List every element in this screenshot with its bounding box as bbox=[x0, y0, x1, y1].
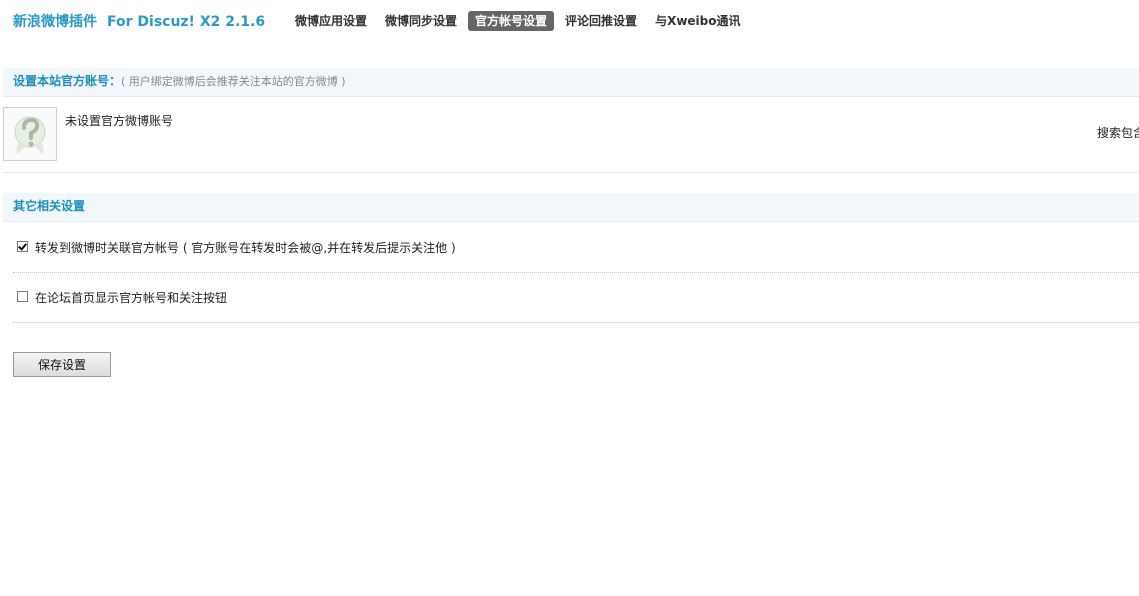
search-account-link[interactable]: 搜索包含 bbox=[1097, 124, 1139, 141]
official-account-heading: 设置本站官方账号： bbox=[13, 74, 122, 88]
tab-official-account-settings[interactable]: 官方帐号设置 bbox=[468, 11, 555, 31]
setting-row-show-on-index: 在论坛首页显示官方帐号和关注按钮 bbox=[13, 272, 1139, 323]
top-bar: 新浪微博插件 For Discuz! X2 2.1.6 微博应用设置 微博同步设置… bbox=[0, 0, 1139, 42]
other-settings-section-header: 其它相关设置 bbox=[3, 193, 1139, 222]
question-mark-avatar-icon bbox=[3, 107, 57, 161]
official-account-section-header: 设置本站官方账号：( 用户绑定微博后会推荐关注本站的官方微博 ) bbox=[3, 68, 1139, 97]
forward-mention-label[interactable]: 转发到微博时关联官方帐号 ( 官方账号在转发时会被@,并在转发后提示关注他 ) bbox=[35, 239, 456, 256]
plugin-name: 新浪微博插件 bbox=[13, 14, 97, 30]
forward-mention-checkbox[interactable] bbox=[17, 241, 28, 252]
show-on-index-checkbox[interactable] bbox=[17, 291, 28, 302]
nav-tabs: 微博应用设置 微博同步设置 官方帐号设置 评论回推设置 与Xweibo通讯 bbox=[288, 11, 752, 31]
other-settings-heading: 其它相关设置 bbox=[13, 199, 86, 213]
plugin-version: For Discuz! X2 2.1.6 bbox=[107, 14, 266, 30]
tab-xweibo-communication[interactable]: 与Xweibo通讯 bbox=[648, 11, 747, 31]
tab-comment-pushback-settings[interactable]: 评论回推设置 bbox=[558, 11, 644, 31]
official-account-panel: 未设置官方微博账号 搜索包含 bbox=[3, 106, 1139, 173]
app-title: 新浪微博插件 For Discuz! X2 2.1.6 bbox=[13, 11, 265, 31]
setting-row-forward-mention: 转发到微博时关联官方帐号 ( 官方账号在转发时会被@,并在转发后提示关注他 ) bbox=[13, 222, 1139, 273]
official-account-status: 未设置官方微博账号 bbox=[65, 114, 174, 128]
show-on-index-label[interactable]: 在论坛首页显示官方帐号和关注按钮 bbox=[35, 289, 227, 306]
save-button[interactable]: 保存设置 bbox=[13, 352, 111, 377]
official-account-hint: ( 用户绑定微博后会推荐关注本站的官方微博 ) bbox=[121, 75, 346, 88]
tab-app-settings[interactable]: 微博应用设置 bbox=[288, 11, 374, 31]
tab-sync-settings[interactable]: 微博同步设置 bbox=[378, 11, 464, 31]
